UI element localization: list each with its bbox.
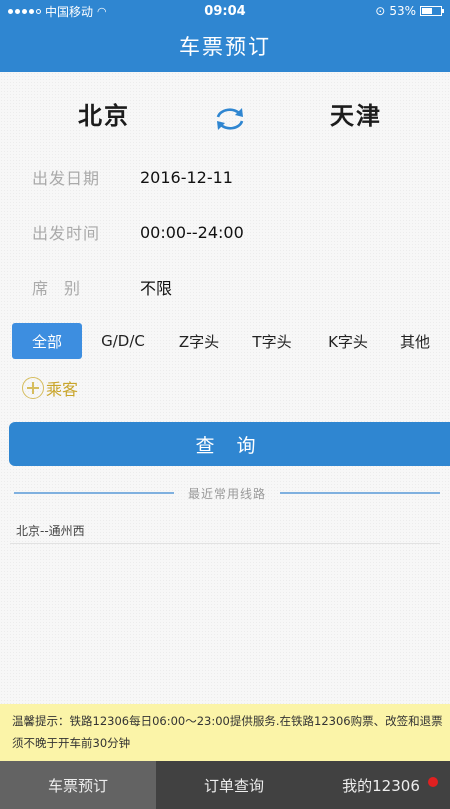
divider-line bbox=[280, 492, 441, 494]
signal-icon bbox=[8, 8, 41, 14]
tab-order-query[interactable]: 订单查询 bbox=[156, 761, 312, 809]
time-label: 出发时间 bbox=[32, 224, 101, 243]
filter-z[interactable]: Z字头 bbox=[164, 323, 234, 359]
recent-route-item[interactable]: 北京--通州西 bbox=[16, 522, 85, 539]
add-passenger-button[interactable]: 乘客 bbox=[22, 376, 78, 400]
status-bar: 中国移动 ◠ 09:04 ⊙ 53% bbox=[0, 0, 450, 22]
time-row[interactable]: 出发时间 00:00--24:00 bbox=[0, 217, 450, 247]
battery-percent: 53% bbox=[389, 4, 416, 18]
to-station[interactable]: 天津 bbox=[330, 96, 382, 131]
tab-my-12306-label: 我的12306 bbox=[342, 776, 420, 795]
battery-info: ⊙ 53% bbox=[375, 4, 444, 18]
filter-t[interactable]: T字头 bbox=[234, 323, 310, 359]
lock-rotation-icon: ⊙ bbox=[375, 4, 386, 18]
list-divider bbox=[10, 543, 440, 544]
carrier-info: 中国移动 ◠ bbox=[8, 3, 107, 20]
swap-stations-icon[interactable] bbox=[213, 104, 247, 134]
add-circle-icon bbox=[22, 377, 44, 399]
recent-routes-title: 最近常用线路 bbox=[188, 486, 267, 501]
train-type-filters: 全部 G/D/C Z字头 T字头 K字头 其他 bbox=[12, 322, 444, 360]
carrier-name: 中国移动 bbox=[45, 4, 94, 19]
filter-gdc[interactable]: G/D/C bbox=[82, 323, 164, 359]
time-value[interactable]: 00:00--24:00 bbox=[140, 223, 244, 242]
notification-dot bbox=[428, 777, 438, 787]
seat-value[interactable]: 不限 bbox=[140, 275, 172, 299]
filter-k[interactable]: K字头 bbox=[310, 323, 386, 359]
divider-line bbox=[14, 492, 174, 494]
tab-my-12306[interactable]: 我的12306 bbox=[312, 761, 450, 809]
tab-bar: 车票预订 订单查询 我的12306 bbox=[0, 761, 450, 809]
page-title: 车票预订 bbox=[0, 22, 450, 72]
from-station[interactable]: 北京 bbox=[78, 96, 130, 131]
passenger-label: 乘客 bbox=[46, 380, 79, 399]
notice-banner: 温馨提示：铁路12306每日06:00～23:00提供服务.在铁路12306购票… bbox=[0, 704, 450, 761]
date-label: 出发日期 bbox=[32, 169, 101, 188]
date-row[interactable]: 出发日期 2016-12-11 bbox=[0, 162, 450, 192]
wifi-icon: ◠ bbox=[97, 4, 107, 18]
date-value[interactable]: 2016-12-11 bbox=[140, 168, 233, 187]
filter-other[interactable]: 其他 bbox=[386, 323, 444, 359]
query-button[interactable]: 查 询 bbox=[9, 422, 450, 466]
filter-all[interactable]: 全部 bbox=[12, 323, 82, 359]
battery-icon bbox=[420, 6, 444, 16]
seat-row[interactable]: 席别 不限 bbox=[0, 272, 450, 302]
seat-label: 席别 bbox=[32, 279, 97, 298]
recent-routes-header: 最近常用线路 bbox=[14, 486, 441, 501]
route-selector: 北京 天津 bbox=[0, 96, 450, 140]
tab-ticket-booking[interactable]: 车票预订 bbox=[0, 761, 156, 809]
